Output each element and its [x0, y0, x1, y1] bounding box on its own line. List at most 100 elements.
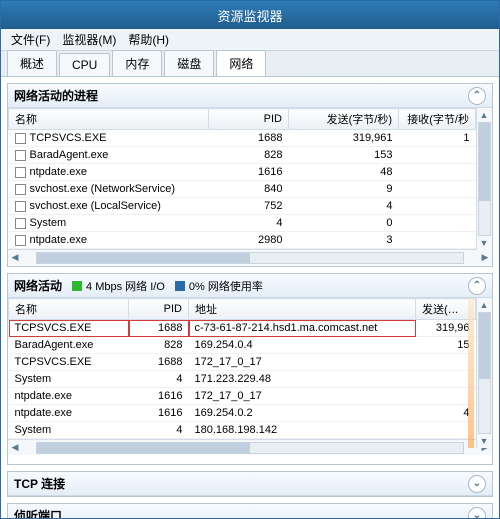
- expand-icon[interactable]: ⌄: [468, 507, 486, 519]
- cell-name: ntpdate.exe: [9, 388, 129, 405]
- table-row[interactable]: BaradAgent.exe828169.254.0.415: [9, 337, 476, 354]
- vertical-scrollbar[interactable]: ▲ ▼: [476, 108, 492, 250]
- expand-icon[interactable]: ⌄: [468, 475, 486, 493]
- cell-name: ntpdate.exe: [9, 232, 209, 249]
- menu-help[interactable]: 帮助(H): [124, 29, 173, 50]
- scroll-right-icon[interactable]: ▶: [478, 251, 492, 265]
- cell-name: System: [9, 371, 129, 388]
- col-name[interactable]: 名称: [9, 109, 209, 130]
- cell-send: [416, 371, 476, 388]
- cell-name: System: [9, 215, 209, 232]
- panel-header-processes[interactable]: 网络活动的进程 ⌃: [8, 84, 492, 108]
- cell-pid: 1616: [209, 164, 289, 181]
- panel-title: 网络活动的进程: [14, 87, 98, 104]
- collapse-icon[interactable]: ⌃: [468, 87, 486, 105]
- scroll-up-icon[interactable]: ▲: [477, 298, 491, 312]
- scroll-down-icon[interactable]: ▼: [477, 236, 491, 250]
- table-row[interactable]: ntpdate.exe1616172_17_0_17: [9, 388, 476, 405]
- table-row[interactable]: ntpdate.exe29803: [9, 232, 476, 249]
- menu-monitor[interactable]: 监视器(M): [58, 29, 120, 50]
- table-row[interactable]: BaradAgent.exe828153: [9, 147, 476, 164]
- legend-blue-icon: [175, 281, 185, 291]
- checkbox[interactable]: [15, 201, 26, 212]
- cell-pid: 4: [209, 215, 289, 232]
- legend-green-icon: [72, 281, 82, 291]
- checkbox[interactable]: [15, 235, 26, 246]
- cell-pid: 2980: [209, 232, 289, 249]
- cell-recv: [399, 198, 476, 215]
- checkbox[interactable]: [15, 150, 26, 161]
- cell-pid: 1688: [209, 130, 289, 147]
- cell-pid: 1616: [129, 405, 189, 422]
- scroll-down-icon[interactable]: ▼: [477, 434, 491, 448]
- cell-addr: 180.168.198.142: [189, 422, 416, 439]
- scroll-up-icon[interactable]: ▲: [477, 108, 491, 122]
- cell-send: [416, 354, 476, 371]
- collapse-icon[interactable]: ⌃: [468, 277, 486, 295]
- scroll-left-icon[interactable]: ◀: [8, 441, 22, 455]
- table-row[interactable]: TCPSVCS.EXE1688172_17_0_17: [9, 354, 476, 371]
- cell-recv: [399, 147, 476, 164]
- cell-pid: 1616: [129, 388, 189, 405]
- vertical-scrollbar[interactable]: ▲ ▼: [476, 298, 492, 448]
- table-row[interactable]: TCPSVCS.EXE1688319,9611: [9, 130, 476, 147]
- tab-memory[interactable]: 内存: [112, 50, 162, 76]
- scroll-left-icon[interactable]: ◀: [8, 251, 22, 265]
- menu-bar: 文件(F) 监视器(M) 帮助(H): [1, 29, 499, 51]
- menu-file[interactable]: 文件(F): [7, 29, 54, 50]
- table-row[interactable]: svchost.exe (LocalService)7524: [9, 198, 476, 215]
- table-row[interactable]: ntpdate.exe1616169.254.0.24: [9, 405, 476, 422]
- tab-strip: 概述 CPU 内存 磁盘 网络: [1, 51, 499, 77]
- legend-io: 4 Mbps 网络 I/O: [72, 278, 165, 294]
- horizontal-scrollbar[interactable]: ◀ ▶: [8, 439, 492, 455]
- cell-name: TCPSVCS.EXE: [9, 130, 209, 147]
- tab-cpu[interactable]: CPU: [59, 53, 110, 76]
- window-title: 资源监视器: [217, 6, 282, 25]
- table-row[interactable]: System4171.223.229.48: [9, 371, 476, 388]
- col-recv[interactable]: 接收(字节/秒: [399, 109, 476, 130]
- panel-header-ports[interactable]: 侦听端口 ⌄: [8, 504, 492, 519]
- cell-send: [416, 422, 476, 439]
- panel-header-tcp[interactable]: TCP 连接 ⌄: [8, 472, 492, 496]
- cell-name: TCPSVCS.EXE: [9, 320, 129, 337]
- cell-send: 319,961: [289, 130, 399, 147]
- mini-chart-strip: [468, 298, 474, 448]
- col-send[interactable]: 发送(字节/秒): [289, 109, 399, 130]
- panel-title: TCP 连接: [14, 475, 65, 492]
- col-pid[interactable]: PID: [129, 299, 189, 320]
- cell-name: ntpdate.exe: [9, 164, 209, 181]
- tab-disk[interactable]: 磁盘: [164, 50, 214, 76]
- cell-pid: 840: [209, 181, 289, 198]
- cell-name: svchost.exe (LocalService): [9, 198, 209, 215]
- horizontal-scrollbar[interactable]: ◀ ▶: [8, 249, 492, 265]
- tab-overview[interactable]: 概述: [7, 50, 57, 76]
- table-row[interactable]: System40: [9, 215, 476, 232]
- cell-send: 15: [416, 337, 476, 354]
- table-header-row: 名称 PID 发送(字节/秒) 接收(字节/秒: [9, 109, 476, 130]
- col-name[interactable]: 名称: [9, 299, 129, 320]
- panel-header-activity[interactable]: 网络活动 4 Mbps 网络 I/O 0% 网络使用率 ⌃: [8, 274, 492, 298]
- table-header-row: 名称 PID 地址 发送(字节: [9, 299, 476, 320]
- cell-send: 9: [289, 181, 399, 198]
- table-row[interactable]: TCPSVCS.EXE1688c-73-61-87-214.hsd1.ma.co…: [9, 320, 476, 337]
- panel-title: 网络活动: [14, 277, 62, 294]
- cell-pid: 752: [209, 198, 289, 215]
- checkbox[interactable]: [15, 218, 26, 229]
- col-pid[interactable]: PID: [209, 109, 289, 130]
- checkbox[interactable]: [15, 167, 26, 178]
- checkbox[interactable]: [15, 184, 26, 195]
- tab-network[interactable]: 网络: [216, 50, 266, 76]
- cell-send: 319,96: [416, 320, 476, 337]
- table-row[interactable]: svchost.exe (NetworkService)8409: [9, 181, 476, 198]
- cell-name: System: [9, 422, 129, 439]
- col-addr[interactable]: 地址: [189, 299, 416, 320]
- table-row[interactable]: ntpdate.exe161648: [9, 164, 476, 181]
- cell-addr: 172_17_0_17: [189, 388, 416, 405]
- checkbox[interactable]: [15, 133, 26, 144]
- col-send[interactable]: 发送(字节: [416, 299, 476, 320]
- cell-recv: 1: [399, 130, 476, 147]
- cell-pid: 4: [129, 371, 189, 388]
- legend-io-label: 4 Mbps 网络 I/O: [86, 278, 165, 294]
- table-row[interactable]: System4180.168.198.142: [9, 422, 476, 439]
- panel-network-processes: 网络活动的进程 ⌃ 名称 PID 发送(字节/秒) 接收(字节/秒 TC: [7, 83, 493, 267]
